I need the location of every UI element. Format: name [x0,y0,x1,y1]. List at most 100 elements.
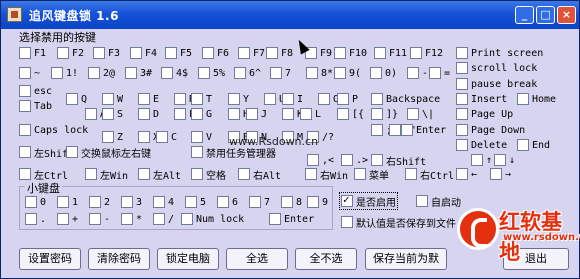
numpad-checkbox-9-box[interactable] [307,196,319,208]
key-checkbox-f-box[interactable] [174,108,186,120]
key-checkbox-c-box[interactable] [156,131,168,143]
key-checkbox-f3[interactable]: F3 [93,46,120,60]
numpad-checkbox-13[interactable]: * [121,212,142,226]
numpad-checkbox-3-box[interactable] [121,196,133,208]
key-checkbox-v-box[interactable] [191,131,203,143]
key-checkbox-page-down-box[interactable] [456,124,468,136]
key-checkbox-quote-box[interactable] [389,124,401,136]
enable-checkbox[interactable]: 是否启用 [339,192,398,210]
key-checkbox-u-box[interactable] [264,93,276,105]
key-checkbox-j-box[interactable] [246,108,258,120]
key-checkbox-right-ctrl-box[interactable] [405,168,417,180]
key-checkbox-comma-box[interactable] [307,154,319,166]
numpad-checkbox-9[interactable]: 9 [307,195,328,209]
key-checkbox-y-box[interactable] [228,93,240,105]
numpad-checkbox-6[interactable]: 6 [217,195,238,209]
key-checkbox-backspace-box[interactable] [371,93,383,105]
key-checkbox-down-arrow[interactable]: ↓ [494,153,515,167]
numpad-checkbox-13-box[interactable] [121,213,133,225]
key-checkbox-o[interactable]: O [318,92,339,106]
key-checkbox-left-win[interactable]: 左Win [85,167,128,182]
key-checkbox-2-box[interactable] [88,67,100,79]
close-button[interactable]: × [557,6,576,24]
key-checkbox-z[interactable]: Z [102,130,123,144]
key-checkbox-left-win-box[interactable] [85,168,97,180]
numpad-checkbox-0[interactable]: 0 [25,195,46,209]
key-checkbox-6[interactable]: 6^ [234,66,261,80]
key-checkbox-right-alt[interactable]: 右Alt [238,167,281,182]
numpad-checkbox-16[interactable]: Enter [269,212,314,226]
key-checkbox-f4-box[interactable] [130,47,142,59]
key-checkbox-minus-box[interactable] [407,67,419,79]
key-checkbox-caps-lock-box[interactable] [19,124,31,136]
key-checkbox-4-box[interactable] [161,67,173,79]
key-checkbox-period-box[interactable] [341,154,353,166]
key-checkbox-right-win[interactable]: 右Win [305,167,348,182]
key-checkbox-enter[interactable]: Enter [401,123,446,137]
save-default-button[interactable]: 保存当前为默 [365,248,447,270]
numpad-checkbox-14-box[interactable] [153,213,165,225]
key-checkbox-f6[interactable]: F6 [202,46,229,60]
key-checkbox-1[interactable]: 1! [51,66,78,80]
key-checkbox-right-win-box[interactable] [305,168,317,180]
key-checkbox-semicolon-box[interactable] [371,124,383,136]
numpad-checkbox-15[interactable]: Num lock [181,212,244,226]
key-checkbox-page-down[interactable]: Page Down [456,123,525,137]
numpad-checkbox-0-box[interactable] [25,196,37,208]
numpad-checkbox-11[interactable]: + [57,212,78,226]
key-checkbox-3[interactable]: 3# [125,66,152,80]
key-checkbox-print-screen[interactable]: Print screen [456,46,543,60]
key-checkbox-e-box[interactable] [138,93,150,105]
key-checkbox-w[interactable]: W [102,92,123,106]
key-checkbox-delete-box[interactable] [456,139,468,151]
key-checkbox-up-arrow[interactable]: ↑ [471,153,492,167]
lock-computer-button[interactable]: 锁定电脑 [157,248,219,270]
key-checkbox-tilde[interactable]: ~ [19,66,40,80]
key-checkbox-tilde-box[interactable] [19,67,31,79]
key-checkbox-equals[interactable]: = [429,66,450,80]
key-checkbox-5[interactable]: 5% [198,66,225,80]
autostart-checkbox-box[interactable] [416,195,428,207]
key-checkbox-v[interactable]: V [191,130,212,144]
numpad-checkbox-8-box[interactable] [281,196,293,208]
key-checkbox-backslash-box[interactable] [407,108,419,120]
key-checkbox-backslash[interactable]: \| [407,107,434,121]
key-checkbox-right-alt-box[interactable] [238,168,250,180]
key-checkbox-equals-box[interactable] [429,67,441,79]
key-checkbox-page-up-box[interactable] [456,108,468,120]
numpad-checkbox-4-box[interactable] [153,196,165,208]
numpad-checkbox-8[interactable]: 8 [281,195,302,209]
key-checkbox-g-box[interactable] [191,108,203,120]
key-checkbox-5-box[interactable] [198,67,210,79]
key-checkbox-left-alt-box[interactable] [138,168,150,180]
key-checkbox-right-shift[interactable]: 右Shift [371,153,426,168]
key-checkbox-0-box[interactable] [370,67,382,79]
numpad-checkbox-1[interactable]: 1 [57,195,78,209]
key-checkbox-t[interactable]: T [191,92,212,106]
select-all-button[interactable]: 全选 [226,248,288,270]
key-checkbox-delete[interactable]: Delete [456,138,507,152]
key-checkbox-left-alt[interactable]: 左Alt [138,167,181,182]
key-checkbox-home[interactable]: Home [517,92,556,106]
key-checkbox-space[interactable]: 空格 [191,167,226,182]
key-checkbox-7[interactable]: 7 [270,66,291,80]
key-checkbox-h-box[interactable] [228,108,240,120]
key-checkbox-w-box[interactable] [102,93,114,105]
key-checkbox-j[interactable]: J [246,107,267,121]
key-checkbox-f10[interactable]: F10 [334,46,367,60]
key-checkbox-r-box[interactable] [174,93,186,105]
key-checkbox-p-box[interactable] [337,93,349,105]
key-checkbox-scroll-lock-box[interactable] [456,62,468,74]
key-checkbox-f1-box[interactable] [19,47,31,59]
key-checkbox-9[interactable]: 9( [334,66,361,80]
key-checkbox-left-ctrl[interactable]: 左Ctrl [19,167,68,182]
key-checkbox-8-box[interactable] [306,67,318,79]
key-checkbox-f7-box[interactable] [238,47,250,59]
numpad-checkbox-14[interactable]: / [153,212,174,226]
key-checkbox-rbrackets[interactable]: ]} [371,107,398,121]
key-checkbox-end[interactable]: End [517,138,550,152]
key-checkbox-right-ctrl[interactable]: 右Ctrl [405,167,454,182]
key-checkbox-d[interactable]: D [138,107,159,121]
key-checkbox-pause-break[interactable]: pause break [456,77,537,91]
key-checkbox-swap-mouse[interactable]: 交换鼠标左右键 [66,145,151,160]
